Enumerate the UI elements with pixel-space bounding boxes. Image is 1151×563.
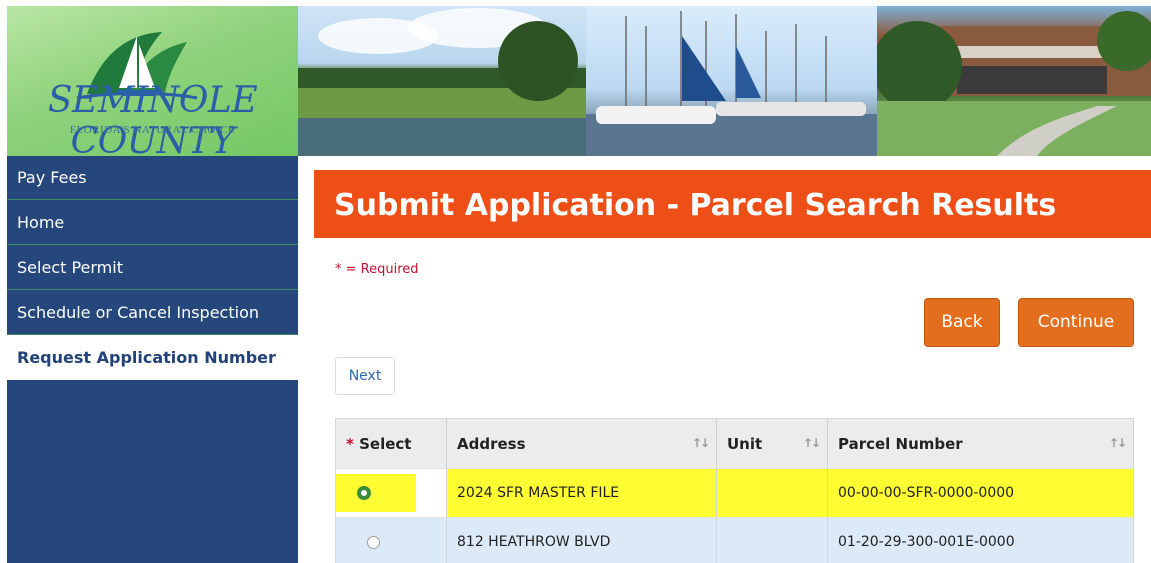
parcel-number-text: 00-00-00-SFR-0000-0000 <box>838 485 1015 501</box>
table-header-row: * Select Address ↑↓ Unit ↑↓ Parcel Numbe… <box>335 418 1134 469</box>
required-star: * <box>346 434 354 453</box>
selection-highlight <box>336 474 416 512</box>
sidebar-item-home[interactable]: Home <box>7 200 298 245</box>
required-note: * = Required <box>335 262 419 277</box>
sort-icon[interactable]: ↑↓ <box>803 436 821 450</box>
page-title: Submit Application - Parcel Search Resul… <box>314 170 1151 238</box>
table-row[interactable]: 2024 SFR MASTER FILE 00-00-00-SFR-0000-0… <box>335 468 1134 518</box>
parcel-column-header[interactable]: Parcel Number ↑↓ <box>827 418 1134 469</box>
parcel-radio[interactable] <box>367 535 380 549</box>
sidebar-item-pay-fees[interactable]: Pay Fees <box>7 156 298 200</box>
parcel-number-cell: 01-20-29-300-001E-0000 <box>827 517 1134 563</box>
unit-cell <box>716 517 828 563</box>
address-cell: 2024 SFR MASTER FILE <box>446 468 717 518</box>
unit-column-header[interactable]: Unit ↑↓ <box>716 418 828 469</box>
parcel-radio-selected[interactable] <box>357 486 371 500</box>
address-column-header[interactable]: Address ↑↓ <box>446 418 717 469</box>
page: SEMINOLE COUNTY FLORIDA'S NATURAL CHOICE <box>0 0 1151 563</box>
county-name: SEMINOLE COUNTY <box>47 80 258 156</box>
continue-button[interactable]: Continue <box>1018 298 1134 347</box>
sidebar-item-request-application-number[interactable]: Request Application Number <box>7 335 298 380</box>
main-content: Submit Application - Parcel Search Resul… <box>314 170 1151 563</box>
next-page-button[interactable]: Next <box>335 357 395 395</box>
unit-cell <box>716 468 828 518</box>
select-column-header: * Select <box>335 418 447 469</box>
sidebar-item-select-permit[interactable]: Select Permit <box>7 245 298 290</box>
county-logo[interactable]: SEMINOLE COUNTY FLORIDA'S NATURAL CHOICE <box>7 6 298 156</box>
sort-icon[interactable]: ↑↓ <box>692 436 710 450</box>
radio-wrap <box>367 534 380 550</box>
address-cell: 812 HEATHROW BLVD <box>446 517 717 563</box>
select-cell <box>335 468 447 518</box>
parcel-column-label: Parcel Number <box>838 434 963 453</box>
sidebar-item-schedule-inspection[interactable]: Schedule or Cancel Inspection <box>7 290 298 335</box>
header-banner <box>298 6 1151 156</box>
select-cell <box>335 517 447 563</box>
back-button[interactable]: Back <box>924 298 1000 347</box>
parcel-results-table: * Select Address ↑↓ Unit ↑↓ Parcel Numbe… <box>335 418 1134 563</box>
table-row[interactable]: 812 HEATHROW BLVD 01-20-29-300-001E-0000 <box>335 517 1134 563</box>
sort-icon[interactable]: ↑↓ <box>1109 436 1127 450</box>
service-building-photo <box>877 6 1151 156</box>
parcel-number-cell: 00-00-00-SFR-0000-0000 <box>827 468 1134 518</box>
marina-photo <box>586 6 877 156</box>
river-photo <box>298 6 586 156</box>
select-column-label: Select <box>359 434 412 453</box>
address-column-label: Address <box>457 434 526 453</box>
unit-column-label: Unit <box>727 434 763 453</box>
county-tagline: FLORIDA'S NATURAL CHOICE <box>69 124 236 136</box>
sidebar-nav: Pay Fees Home Select Permit Schedule or … <box>7 156 298 563</box>
page-margin <box>0 0 7 563</box>
